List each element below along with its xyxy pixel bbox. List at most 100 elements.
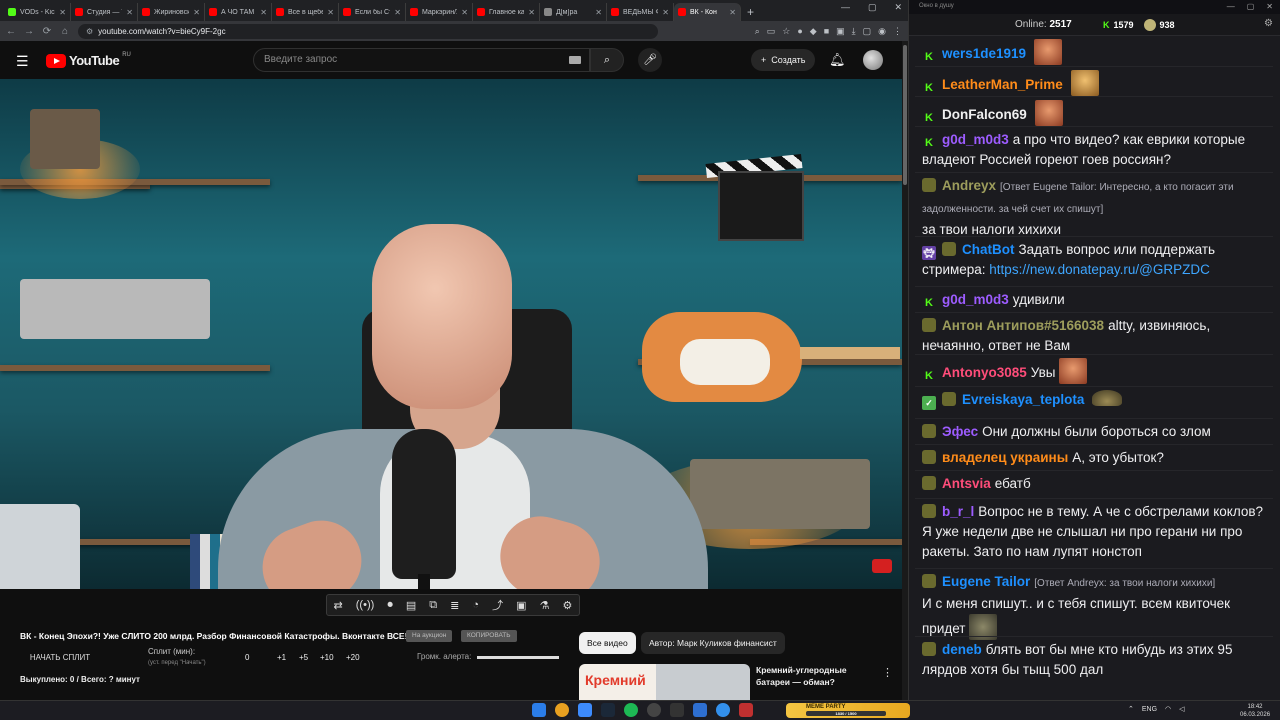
address-field[interactable]: ⚙ youtube.com/watch?v=bieCy9F-2gc [78, 23, 658, 39]
meme-party-widget[interactable]: MEME PARTY 1830 / 1500 [786, 703, 910, 718]
extension-icon[interactable]: ● [797, 26, 802, 37]
obs-icon[interactable] [647, 703, 661, 717]
related-video-thumbnail[interactable]: Кремний [579, 664, 750, 700]
app-icon[interactable] [739, 703, 753, 717]
tab-close-icon[interactable]: ✕ [327, 8, 334, 17]
spotify-icon[interactable] [624, 703, 638, 717]
tab-close-icon[interactable]: ✕ [59, 8, 66, 17]
home-icon[interactable]: ⌂ [60, 26, 70, 37]
menu-icon[interactable]: ⋮ [893, 26, 902, 37]
cast-icon[interactable]: ▭ [767, 26, 776, 37]
profile-icon[interactable]: ◉ [878, 26, 886, 37]
browser-tab[interactable]: Жириновский ✕ [138, 3, 205, 21]
tab-close-icon[interactable]: ✕ [662, 8, 669, 17]
reload-icon[interactable]: ⟳ [42, 26, 52, 37]
tab-close-icon[interactable]: ✕ [595, 8, 602, 17]
screenshot-icon[interactable]: ▣ [516, 599, 526, 612]
video-player[interactable] [0, 79, 902, 589]
minimize-icon[interactable]: — [841, 2, 850, 13]
split-add-10-button[interactable]: +10 [320, 653, 334, 662]
search-button[interactable]: ⌕ [590, 48, 624, 72]
speed-icon[interactable]: ◔ [472, 599, 479, 611]
chat-username[interactable]: g0d_m0d3 [942, 132, 1009, 147]
loop-icon[interactable]: ⇄ [334, 599, 343, 612]
close-icon[interactable]: ✕ [894, 2, 902, 13]
taskbar-clock[interactable]: 18:42 06.03.2026 [1240, 703, 1270, 719]
picture-in-picture-icon[interactable]: ⧉ [429, 599, 437, 612]
chat-username[interactable]: DonFalcon69 [942, 107, 1027, 122]
copy-button[interactable]: КОПИРОВАТЬ [461, 630, 517, 642]
extension-icon[interactable]: ▣ [836, 26, 845, 37]
forward-icon[interactable]: → [24, 26, 34, 37]
network-icon[interactable]: ◠ [1165, 705, 1171, 713]
telegram-icon[interactable] [716, 703, 730, 717]
chat-username[interactable]: b_r_l [942, 504, 974, 519]
app-icon[interactable] [693, 703, 707, 717]
chip-author[interactable]: Автор: Марк Куликов финансист [641, 632, 785, 654]
browser-tab[interactable]: А ЧО ТАМ В ✕ [205, 3, 272, 21]
chip-all-videos[interactable]: Все видео [579, 632, 636, 654]
minimize-icon[interactable]: — [1227, 2, 1235, 11]
related-video-title[interactable]: Кремний-углеродные батареи — обман? [756, 664, 881, 688]
chat-settings-icon[interactable]: ⚙ [1264, 18, 1273, 29]
file-explorer-icon[interactable] [578, 703, 592, 717]
tab-close-icon[interactable]: ✕ [729, 8, 736, 17]
channel-watermark-icon[interactable] [872, 559, 892, 573]
browser-tab[interactable]: ВЕДЬМЫ ФИ ✕ [607, 3, 674, 21]
maximize-icon[interactable]: ▢ [868, 2, 877, 13]
extension-icon[interactable]: ■ [824, 26, 829, 37]
zoom-icon[interactable]: ⌕ [755, 26, 760, 37]
browser-tab[interactable]: Главное ка ✕ [473, 3, 540, 21]
app-icon[interactable] [670, 703, 684, 717]
tab-close-icon[interactable]: ✕ [193, 8, 200, 17]
chart-icon[interactable]: ⤴ [492, 597, 503, 613]
chat-username[interactable]: LeatherMan_Prime [942, 77, 1063, 92]
youtube-logo[interactable]: YouTube RU [46, 52, 131, 68]
record-icon[interactable]: ⏺ [387, 599, 393, 612]
tab-close-icon[interactable]: ✕ [528, 8, 535, 17]
browser-tab[interactable]: ВК - Кон ✕ [674, 3, 741, 21]
create-button[interactable]: + Создать [751, 49, 816, 71]
chrome-icon[interactable] [555, 703, 569, 717]
chat-username[interactable]: ChatBot [962, 242, 1015, 257]
new-tab-icon[interactable]: + [741, 3, 760, 21]
subtitles-icon[interactable]: ≣ [450, 599, 459, 612]
browser-tab[interactable]: Студия — YouTube ✕ [71, 3, 138, 21]
chat-username[interactable]: deneb [942, 642, 982, 657]
split-add-5-button[interactable]: +5 [299, 653, 308, 662]
clip-icon[interactable]: ▤ [406, 599, 416, 612]
audio-waves-icon[interactable]: ((•)) [356, 599, 375, 611]
chat-username[interactable]: Andreyx [942, 178, 996, 193]
maximize-icon[interactable]: ▢ [1247, 2, 1255, 11]
browser-tab[interactable]: Все в щебенке ✕ [272, 3, 339, 21]
search-input[interactable]: Введите запрос [253, 48, 590, 72]
site-info-icon[interactable]: ⚙ [86, 27, 93, 36]
chat-messages[interactable]: Kwers1de1919 K LeatherMan_Prime K DonFalcon6… [909, 36, 1275, 700]
split-add-20-button[interactable]: +20 [346, 653, 360, 662]
start-split-button[interactable]: НАЧАТЬ СПЛИТ [20, 651, 100, 665]
sidepanel-icon[interactable]: ▢ [863, 26, 872, 37]
chat-username[interactable]: Антон Антипов#5166038 [942, 318, 1104, 333]
chat-username[interactable]: Antonyo3085 [942, 365, 1027, 380]
chat-username[interactable]: Antsvia [942, 476, 991, 491]
chat-username[interactable]: владелец украины [942, 450, 1068, 465]
more-actions-icon[interactable]: ⋮ [882, 666, 893, 679]
tab-close-icon[interactable]: ✕ [260, 8, 267, 17]
alert-volume-slider[interactable] [477, 656, 559, 659]
volume-icon[interactable]: ◁ [1179, 705, 1184, 713]
browser-tab[interactable]: Маркэрин/У ✕ [406, 3, 473, 21]
chat-link[interactable]: https://new.donatepay.ru/@GRPZDC [989, 262, 1210, 277]
voice-search-button[interactable]: 🎤︎ [638, 48, 662, 72]
chat-username[interactable]: Eugene Tailor [942, 574, 1030, 589]
bookmark-star-icon[interactable]: ☆ [782, 26, 790, 37]
chat-username[interactable]: g0d_m0d3 [942, 292, 1009, 307]
steam-icon[interactable] [601, 703, 615, 717]
flask-icon[interactable]: ⚗ [540, 599, 550, 612]
avatar[interactable] [863, 50, 883, 70]
back-icon[interactable]: ← [6, 26, 16, 37]
tray-overflow-icon[interactable]: ⌃ [1128, 705, 1134, 713]
tab-close-icon[interactable]: ✕ [126, 8, 133, 17]
language-indicator[interactable]: ENG [1142, 706, 1157, 713]
split-add-1-button[interactable]: +1 [277, 653, 286, 662]
browser-tab[interactable]: Если бы Ста ✕ [339, 3, 406, 21]
